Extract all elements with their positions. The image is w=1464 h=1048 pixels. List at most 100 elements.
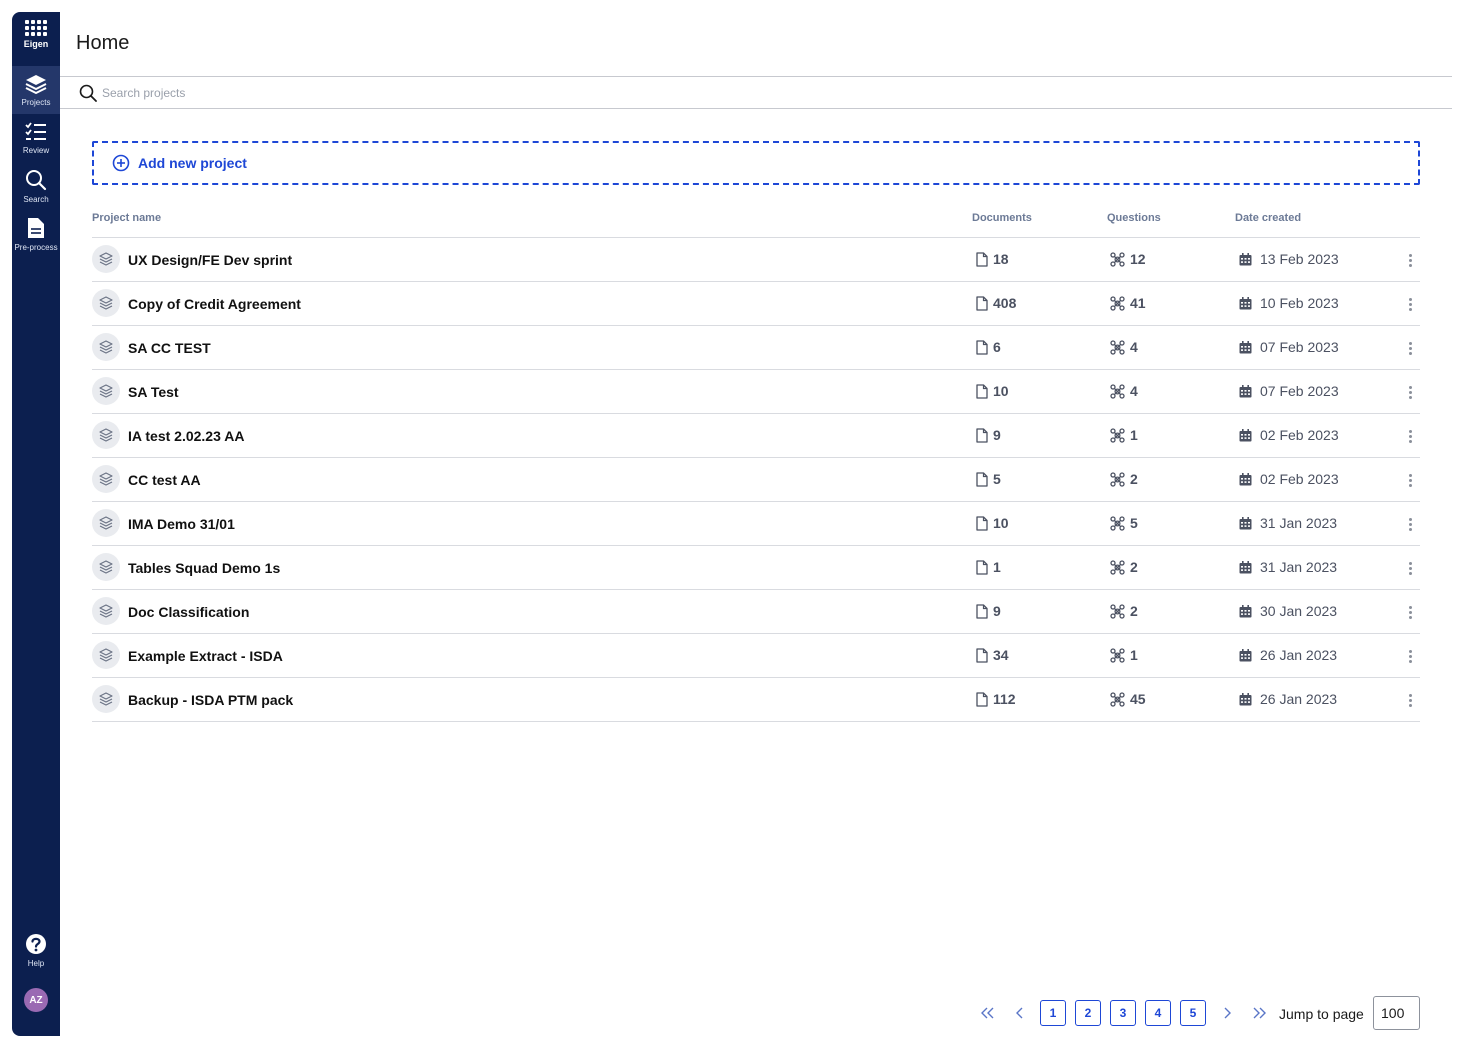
layers-icon bbox=[99, 472, 113, 486]
document-count: 9 bbox=[976, 427, 1001, 443]
table-row[interactable]: Backup - ISDA PTM pack 112 45 26 Jan 202… bbox=[92, 678, 1420, 722]
column-header-documents[interactable]: Documents bbox=[972, 212, 1032, 224]
question-count: 2 bbox=[1110, 471, 1138, 487]
table-row[interactable]: Doc Classification 9 2 30 Jan 2023 bbox=[92, 590, 1420, 634]
table-header: Project name Documents Questions Date cr… bbox=[92, 212, 1420, 238]
row-menu-button[interactable] bbox=[1398, 690, 1422, 710]
questions-icon bbox=[1110, 603, 1125, 619]
sidebar-item-search[interactable]: Search bbox=[12, 162, 60, 210]
add-new-project-button[interactable]: Add new project bbox=[92, 141, 1420, 185]
eigen-logo[interactable]: Eigen bbox=[12, 12, 60, 66]
questions-icon bbox=[1110, 427, 1125, 443]
page-button-4[interactable]: 4 bbox=[1145, 1000, 1171, 1026]
date-created-value: 02 Feb 2023 bbox=[1260, 427, 1339, 443]
project-icon bbox=[92, 333, 120, 361]
table-row[interactable]: IMA Demo 31/01 10 5 31 Jan 2023 bbox=[92, 502, 1420, 546]
row-menu-button[interactable] bbox=[1398, 294, 1422, 314]
sidebar: Eigen Projects Review Search Pre-process… bbox=[12, 12, 60, 1036]
last-page-button[interactable] bbox=[1249, 1004, 1269, 1022]
previous-page-button[interactable] bbox=[1010, 1004, 1030, 1022]
document-count: 1 bbox=[976, 559, 1001, 575]
table-row[interactable]: CC test AA 5 2 02 Feb 2023 bbox=[92, 458, 1420, 502]
question-count-value: 12 bbox=[1130, 251, 1146, 267]
project-name[interactable]: CC test AA bbox=[128, 472, 201, 488]
document-count-value: 9 bbox=[993, 603, 1001, 619]
table-row[interactable]: SA CC TEST 6 4 07 Feb 2023 bbox=[92, 326, 1420, 370]
table-row[interactable]: Example Extract - ISDA 34 1 26 Jan 2023 bbox=[92, 634, 1420, 678]
project-name[interactable]: IA test 2.02.23 AA bbox=[128, 428, 244, 444]
sidebar-item-label: Review bbox=[22, 145, 50, 155]
project-name[interactable]: SA Test bbox=[128, 384, 179, 400]
calendar-icon bbox=[1239, 428, 1252, 441]
column-header-date-created[interactable]: Date created bbox=[1235, 212, 1301, 224]
calendar-icon bbox=[1239, 692, 1252, 705]
table-row[interactable]: Tables Squad Demo 1s 1 2 31 Jan 2023 bbox=[92, 546, 1420, 590]
question-count-value: 41 bbox=[1130, 295, 1146, 311]
file-icon bbox=[976, 603, 988, 619]
layers-icon bbox=[99, 340, 113, 354]
file-icon bbox=[976, 559, 988, 575]
row-menu-button[interactable] bbox=[1398, 470, 1422, 490]
row-menu-button[interactable] bbox=[1398, 382, 1422, 402]
table-row[interactable]: SA Test 10 4 07 Feb 2023 bbox=[92, 370, 1420, 414]
table-row[interactable]: Copy of Credit Agreement 408 41 10 Feb 2… bbox=[92, 282, 1420, 326]
first-page-button[interactable] bbox=[978, 1004, 998, 1022]
project-icon bbox=[92, 377, 120, 405]
row-menu-button[interactable] bbox=[1398, 602, 1422, 622]
jump-to-page-input[interactable] bbox=[1373, 996, 1420, 1030]
row-menu-button[interactable] bbox=[1398, 558, 1422, 578]
page-button-1[interactable]: 1 bbox=[1040, 1000, 1066, 1026]
double-chevron-right-icon bbox=[1253, 1007, 1266, 1019]
project-icon bbox=[92, 421, 120, 449]
project-name[interactable]: SA CC TEST bbox=[128, 340, 211, 356]
page-button-3[interactable]: 3 bbox=[1110, 1000, 1136, 1026]
add-new-project-label: Add new project bbox=[138, 155, 247, 171]
calendar-icon bbox=[1239, 340, 1252, 353]
date-created: 13 Feb 2023 bbox=[1239, 251, 1339, 267]
document-count-value: 9 bbox=[993, 427, 1001, 443]
question-count: 1 bbox=[1110, 427, 1138, 443]
row-menu-button[interactable] bbox=[1398, 338, 1422, 358]
project-name[interactable]: UX Design/FE Dev sprint bbox=[128, 252, 292, 268]
question-count: 5 bbox=[1110, 515, 1138, 531]
document-count-value: 6 bbox=[993, 339, 1001, 355]
questions-icon bbox=[1110, 339, 1125, 355]
table-row[interactable]: IA test 2.02.23 AA 9 1 02 Feb 2023 bbox=[92, 414, 1420, 458]
sidebar-item-projects[interactable]: Projects bbox=[12, 66, 60, 114]
file-icon bbox=[976, 647, 988, 663]
row-menu-button[interactable] bbox=[1398, 426, 1422, 446]
search-icon bbox=[26, 169, 47, 190]
column-header-questions[interactable]: Questions bbox=[1107, 212, 1161, 224]
page-button-2[interactable]: 2 bbox=[1075, 1000, 1101, 1026]
row-menu-button[interactable] bbox=[1398, 646, 1422, 666]
row-menu-button[interactable] bbox=[1398, 514, 1422, 534]
date-created: 26 Jan 2023 bbox=[1239, 691, 1337, 707]
next-page-button[interactable] bbox=[1217, 1004, 1237, 1022]
search-input[interactable] bbox=[102, 82, 1402, 104]
page-button-5[interactable]: 5 bbox=[1180, 1000, 1206, 1026]
project-name[interactable]: Example Extract - ISDA bbox=[128, 648, 283, 664]
project-name[interactable]: Tables Squad Demo 1s bbox=[128, 560, 280, 576]
question-count: 1 bbox=[1110, 647, 1138, 663]
table-row[interactable]: UX Design/FE Dev sprint 18 12 13 Feb 202… bbox=[92, 238, 1420, 282]
sidebar-item-help[interactable]: Help bbox=[12, 926, 60, 974]
sidebar-item-review[interactable]: Review bbox=[12, 114, 60, 162]
document-count: 9 bbox=[976, 603, 1001, 619]
column-header-project-name[interactable]: Project name bbox=[92, 212, 161, 224]
document-count-value: 18 bbox=[993, 251, 1009, 267]
project-name[interactable]: Backup - ISDA PTM pack bbox=[128, 692, 293, 708]
calendar-icon bbox=[1239, 384, 1252, 397]
checklist-icon bbox=[25, 121, 46, 140]
project-name[interactable]: IMA Demo 31/01 bbox=[128, 516, 235, 532]
document-count-value: 112 bbox=[993, 691, 1016, 707]
sidebar-item-label: Help bbox=[27, 958, 45, 968]
question-count: 12 bbox=[1110, 251, 1146, 267]
sidebar-item-pre-process[interactable]: Pre-process bbox=[12, 210, 60, 258]
file-icon bbox=[976, 383, 988, 399]
project-name[interactable]: Doc Classification bbox=[128, 604, 249, 620]
document-count: 10 bbox=[976, 383, 1009, 399]
row-menu-button[interactable] bbox=[1398, 250, 1422, 270]
avatar[interactable]: AZ bbox=[24, 988, 48, 1012]
project-name[interactable]: Copy of Credit Agreement bbox=[128, 296, 301, 312]
document-count-value: 408 bbox=[993, 295, 1017, 311]
